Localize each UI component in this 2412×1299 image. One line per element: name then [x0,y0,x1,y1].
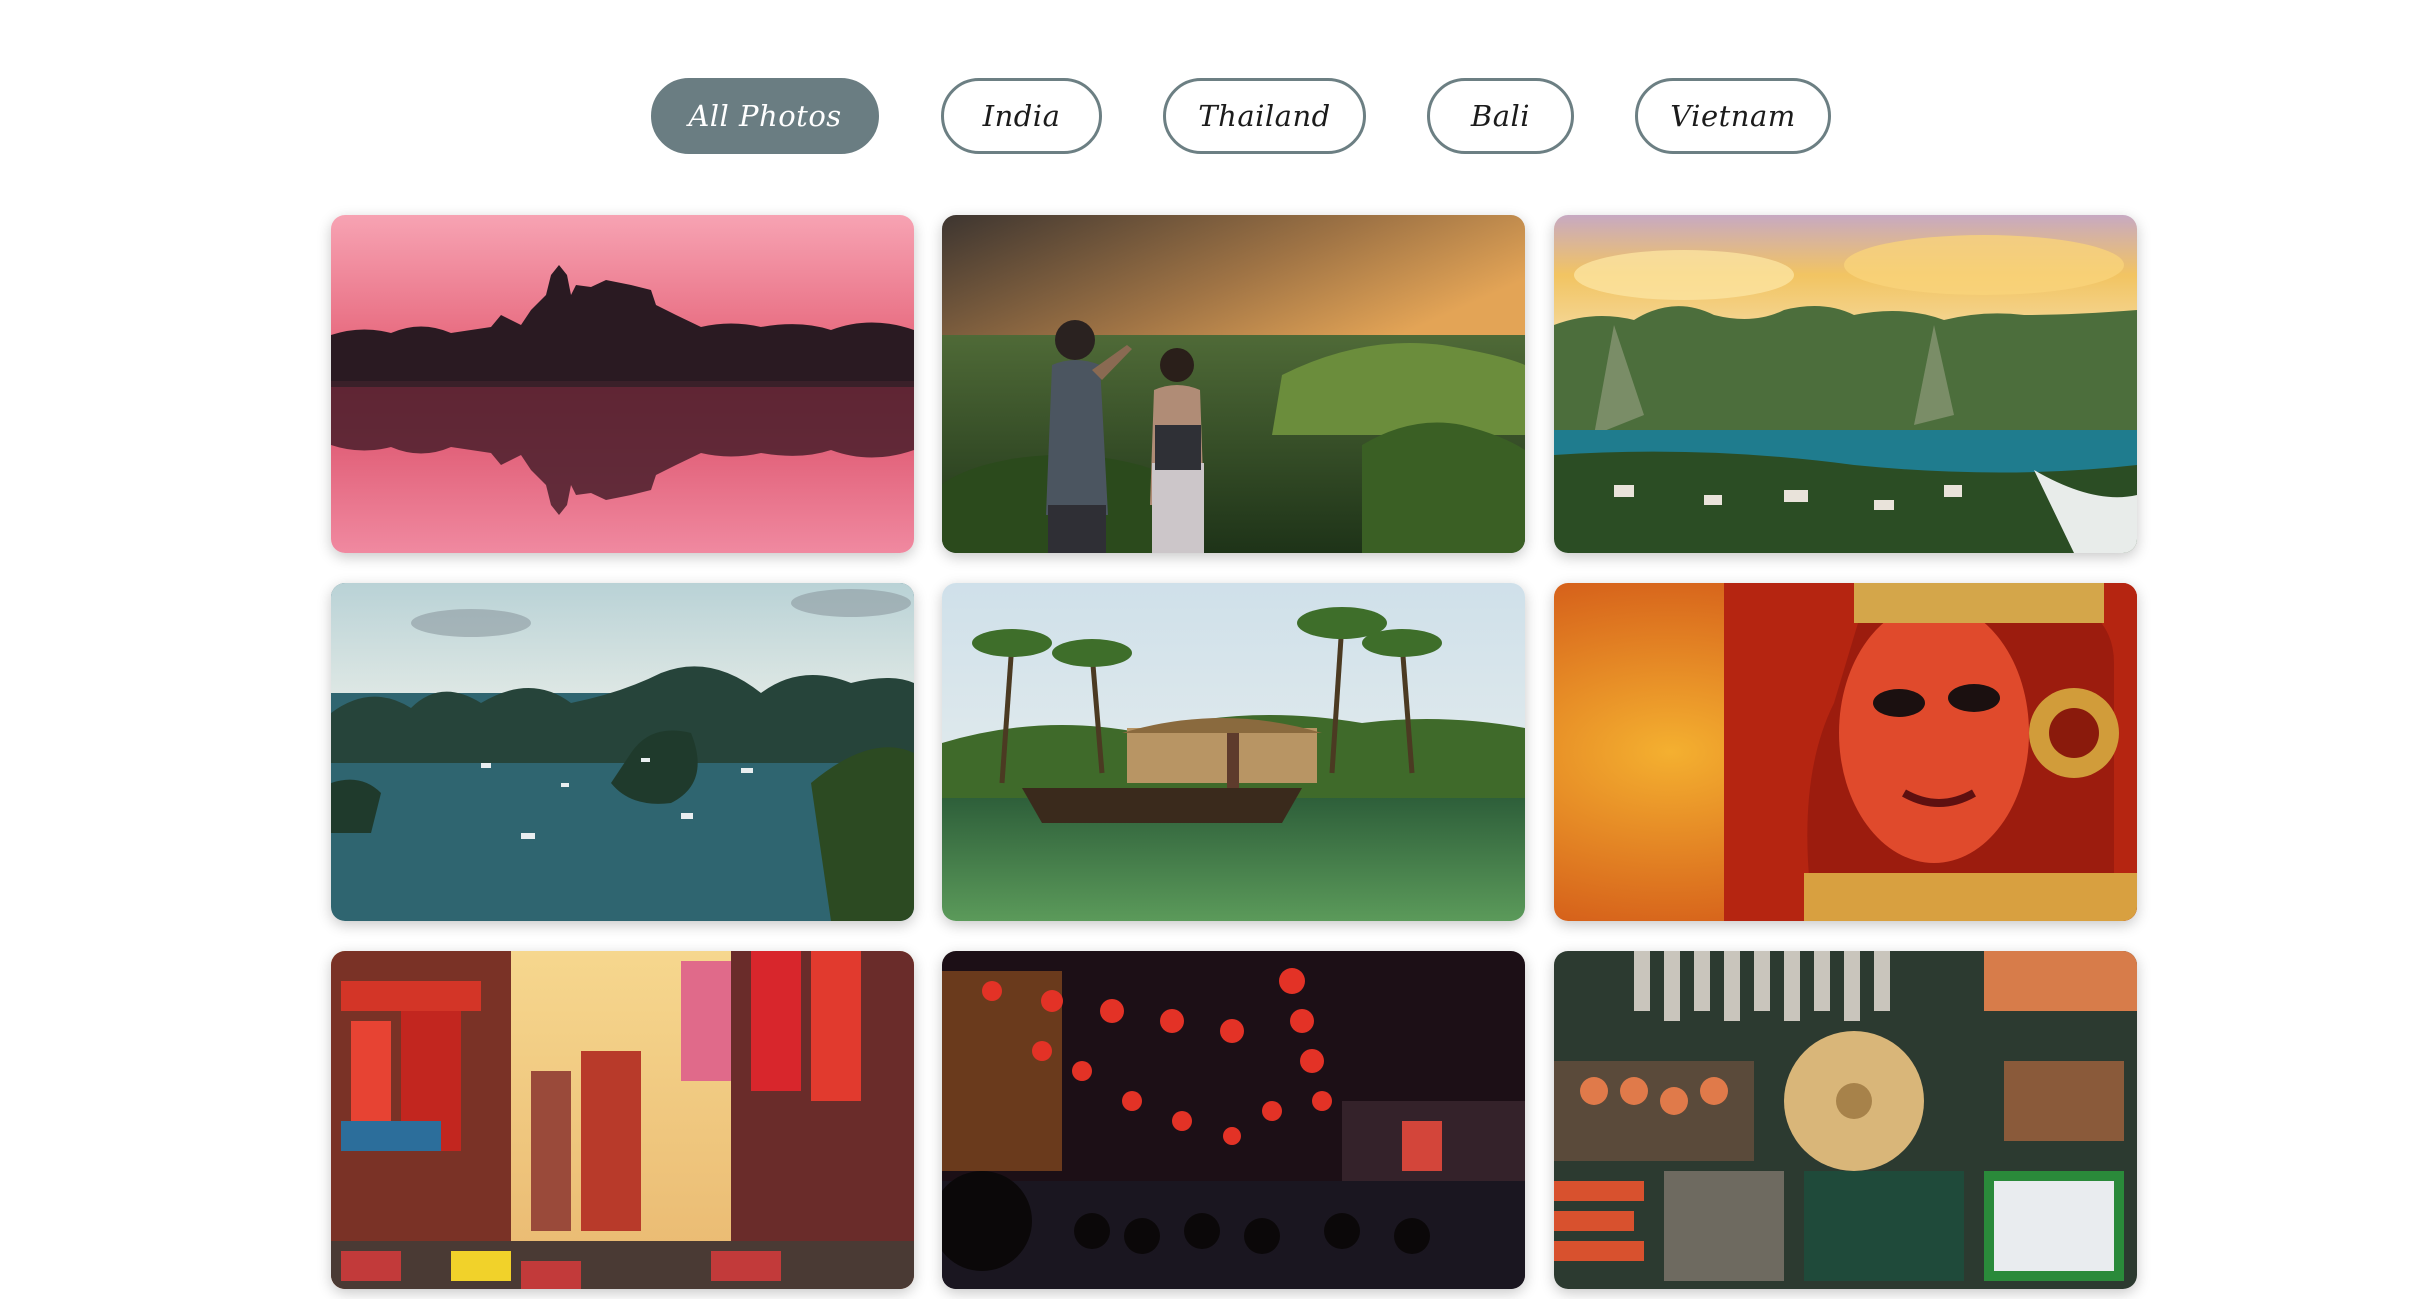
filter-vietnam-button[interactable]: Vietnam [1635,78,1831,154]
rice-terraces-couple-image [942,215,1525,553]
neon-street-image [331,951,914,1289]
filter-bali-button[interactable]: Bali [1427,78,1574,154]
photo-card-limestone-islands[interactable] [331,583,914,921]
photo-card-street-food[interactable] [1554,951,2137,1289]
filter-thailand-button[interactable]: Thailand [1163,78,1366,154]
palace-reflection-image [331,215,914,553]
tropical-bay-image [1554,215,2137,553]
filter-all-photos-button[interactable]: All Photos [651,78,879,154]
photo-card-tropical-bay[interactable] [1554,215,2137,553]
photo-gallery-page: All Photos India Thailand Bali Vietnam [0,0,2412,1299]
street-food-image [1554,951,2137,1289]
photo-card-lantern-market[interactable] [942,951,1525,1289]
photo-card-backwaters-houseboat[interactable] [942,583,1525,921]
photo-card-neon-street[interactable] [331,951,914,1289]
filter-bar: All Photos India Thailand Bali Vietnam [0,78,2412,154]
photo-card-palace-reflection[interactable] [331,215,914,553]
photo-card-rice-terraces-couple[interactable] [942,215,1525,553]
limestone-islands-image [331,583,914,921]
painted-dancer-image [1554,583,2137,921]
filter-india-button[interactable]: India [941,78,1102,154]
backwaters-houseboat-image [942,583,1525,921]
photo-card-painted-dancer[interactable] [1554,583,2137,921]
lantern-market-image [942,951,1525,1289]
